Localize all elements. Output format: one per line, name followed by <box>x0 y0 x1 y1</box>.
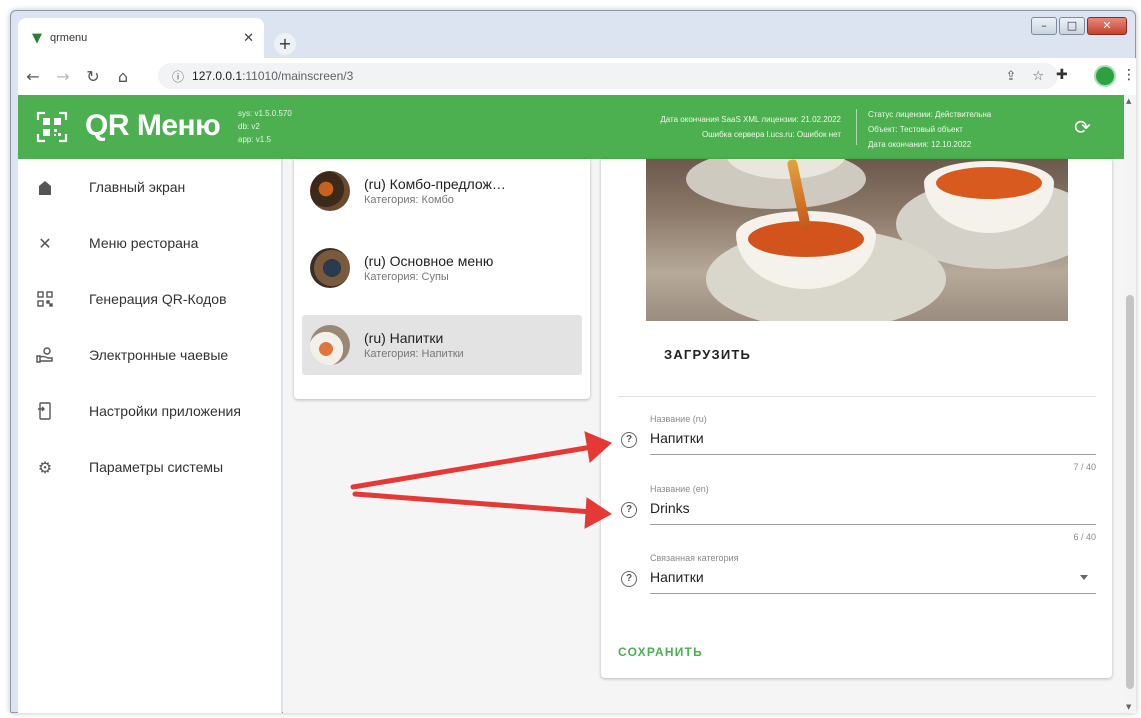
category-list: (ru) Комбо-предлож… Категория: Комбо (ru… <box>294 159 590 399</box>
license-status-info: Статус лицензии: Действительна Объект: Т… <box>868 107 991 152</box>
minimize-icon[interactable]: – <box>1031 17 1057 35</box>
scrollbar-thumb[interactable] <box>1126 295 1134 689</box>
category-photo <box>646 159 1068 321</box>
list-item[interactable]: (ru) Основное меню Категория: Супы <box>302 238 582 298</box>
category-name: (ru) Напитки <box>364 329 444 346</box>
close-window-icon[interactable]: ✕ <box>1087 17 1127 35</box>
maximize-icon[interactable]: □ <box>1059 17 1085 35</box>
sidebar-item-label: Настройки приложения <box>89 403 241 419</box>
linked-category-select[interactable]: Связанная категория ? Напитки <box>618 553 1096 601</box>
profile-avatar[interactable] <box>1094 65 1116 87</box>
category-subtitle: Категория: Супы <box>364 270 449 283</box>
scroll-down-icon[interactable]: ▼ <box>1126 703 1131 711</box>
list-item-selected[interactable]: (ru) Напитки Категория: Напитки <box>302 315 582 375</box>
sidebar-item-system[interactable]: ⚙ Параметры системы <box>18 439 281 495</box>
tips-icon <box>35 345 55 365</box>
server-error-status: Ошибка сервера l.ucs.ru: Ошибок нет <box>701 130 841 139</box>
qr-code-icon <box>35 289 55 309</box>
name-en-field[interactable]: Название (en) ? Drinks 6 / 40 <box>618 484 1096 548</box>
refresh-license-icon[interactable]: ⟳ <box>1074 115 1091 139</box>
close-tab-icon[interactable]: ✕ <box>243 31 254 46</box>
db-version: db: v2 <box>238 122 260 131</box>
sidebar-item-label: Генерация QR-Кодов <box>89 291 227 307</box>
share-icon[interactable]: ⇪ <box>1005 69 1016 84</box>
app-version: app: v1.5 <box>238 135 271 144</box>
field-underline <box>650 593 1096 594</box>
category-subtitle: Категория: Комбо <box>364 193 454 206</box>
char-counter: 6 / 40 <box>1073 532 1096 542</box>
header-divider <box>856 109 857 145</box>
sidebar-item-app-settings[interactable]: Настройки приложения <box>18 383 281 439</box>
saas-license-info: Дата окончания SaaS XML лицензии: 21.02.… <box>660 112 841 142</box>
char-counter: 7 / 40 <box>1073 462 1096 472</box>
sidebar-item-menu[interactable]: ✕ Меню ресторана <box>18 215 281 271</box>
forward-icon[interactable]: → <box>48 67 78 86</box>
field-underline <box>650 454 1096 455</box>
url-path: :11010/mainscreen/3 <box>242 69 354 83</box>
gear-icon: ⚙ <box>37 457 53 477</box>
upload-button[interactable]: ЗАГРУЗИТЬ <box>656 339 759 371</box>
help-icon[interactable]: ? <box>621 432 637 448</box>
browser-menu-icon[interactable]: ⋮ <box>1122 67 1136 83</box>
name-ru-field[interactable]: Название (ru) ? Напитки 7 / 40 <box>618 414 1096 478</box>
license-expiry: Дата окончания: 12.10.2022 <box>868 140 972 149</box>
category-subtitle: Категория: Напитки <box>364 347 464 360</box>
license-status: Статус лицензии: Действительна <box>868 110 992 119</box>
app-settings-icon <box>35 401 55 421</box>
help-icon[interactable]: ? <box>621 571 637 587</box>
save-button[interactable]: СОХРАНИТЬ <box>618 645 703 659</box>
dropdown-arrow-icon[interactable] <box>1080 575 1088 580</box>
field-underline <box>650 524 1096 525</box>
category-editor: ЗАГРУЗИТЬ Название (ru) ? Напитки 7 / 40… <box>601 159 1112 678</box>
sidebar-item-tips[interactable]: Электронные чаевые <box>18 327 281 383</box>
field-label: Связанная категория <box>650 553 739 563</box>
app-logo-text: QR Меню <box>85 109 221 142</box>
window-controls: – □ ✕ <box>1031 17 1127 35</box>
qr-logo-icon <box>36 111 68 143</box>
license-object: Объект: Тестовый объект <box>868 125 963 134</box>
category-thumbnail <box>310 325 350 365</box>
sidebar-item-home[interactable]: Главный экран <box>18 159 281 215</box>
category-name: (ru) Комбо-предлож… <box>364 175 506 192</box>
cutlery-icon: ✕ <box>38 233 52 253</box>
browser-tab[interactable]: ▼ qrmenu ✕ <box>18 18 264 58</box>
version-info: sys: v1.5.0.570 db: v2 app: v1.5 <box>238 107 292 146</box>
home-icon <box>35 177 55 197</box>
site-info-icon[interactable]: ⓘ <box>172 68 184 85</box>
home-nav-icon[interactable]: ⌂ <box>108 67 138 86</box>
new-tab-button[interactable]: + <box>274 33 296 55</box>
browser-toolbar: ← → ↻ ⌂ ⓘ 127.0.0.1 :11010/mainscreen/3 … <box>18 58 1136 95</box>
url-host: 127.0.0.1 <box>192 69 243 83</box>
reload-icon[interactable]: ↻ <box>78 67 108 86</box>
category-thumbnail <box>310 248 350 288</box>
field-value[interactable]: Напитки <box>650 430 704 446</box>
bookmark-star-icon[interactable]: ☆ <box>1032 69 1044 84</box>
page-scrollbar[interactable]: ▲ ▼ <box>1124 95 1136 713</box>
field-label: Название (ru) <box>650 414 707 424</box>
sidebar-item-qr-codes[interactable]: Генерация QR-Кодов <box>18 271 281 327</box>
tab-title: qrmenu <box>50 32 88 44</box>
list-item[interactable]: (ru) Комбо-предлож… Категория: Комбо <box>302 161 582 221</box>
sidebar-item-label: Параметры системы <box>89 459 224 475</box>
vue-logo-icon: ▼ <box>32 30 42 46</box>
selected-value[interactable]: Напитки <box>650 569 704 585</box>
app-header: QR Меню sys: v1.5.0.570 db: v2 app: v1.5… <box>18 95 1124 159</box>
sidebar: Главный экран ✕ Меню ресторана Генерация… <box>18 159 282 713</box>
scroll-up-icon[interactable]: ▲ <box>1126 97 1131 105</box>
category-name: (ru) Основное меню <box>364 252 494 269</box>
sidebar-item-label: Главный экран <box>89 179 186 195</box>
field-label: Название (en) <box>650 484 709 494</box>
category-thumbnail <box>310 171 350 211</box>
address-bar[interactable]: ⓘ 127.0.0.1 :11010/mainscreen/3 ⇪ ☆ <box>158 63 1058 89</box>
sidebar-item-label: Меню ресторана <box>89 235 199 251</box>
divider <box>618 396 1096 397</box>
back-icon[interactable]: ← <box>18 67 48 86</box>
extensions-icon[interactable]: ✚ <box>1056 67 1068 83</box>
help-icon[interactable]: ? <box>621 502 637 518</box>
sys-version: sys: v1.5.0.570 <box>238 109 292 118</box>
sidebar-item-label: Электронные чаевые <box>89 347 229 363</box>
saas-license-expiry: Дата окончания SaaS XML лицензии: 21.02.… <box>660 115 841 124</box>
field-value[interactable]: Drinks <box>650 500 690 516</box>
